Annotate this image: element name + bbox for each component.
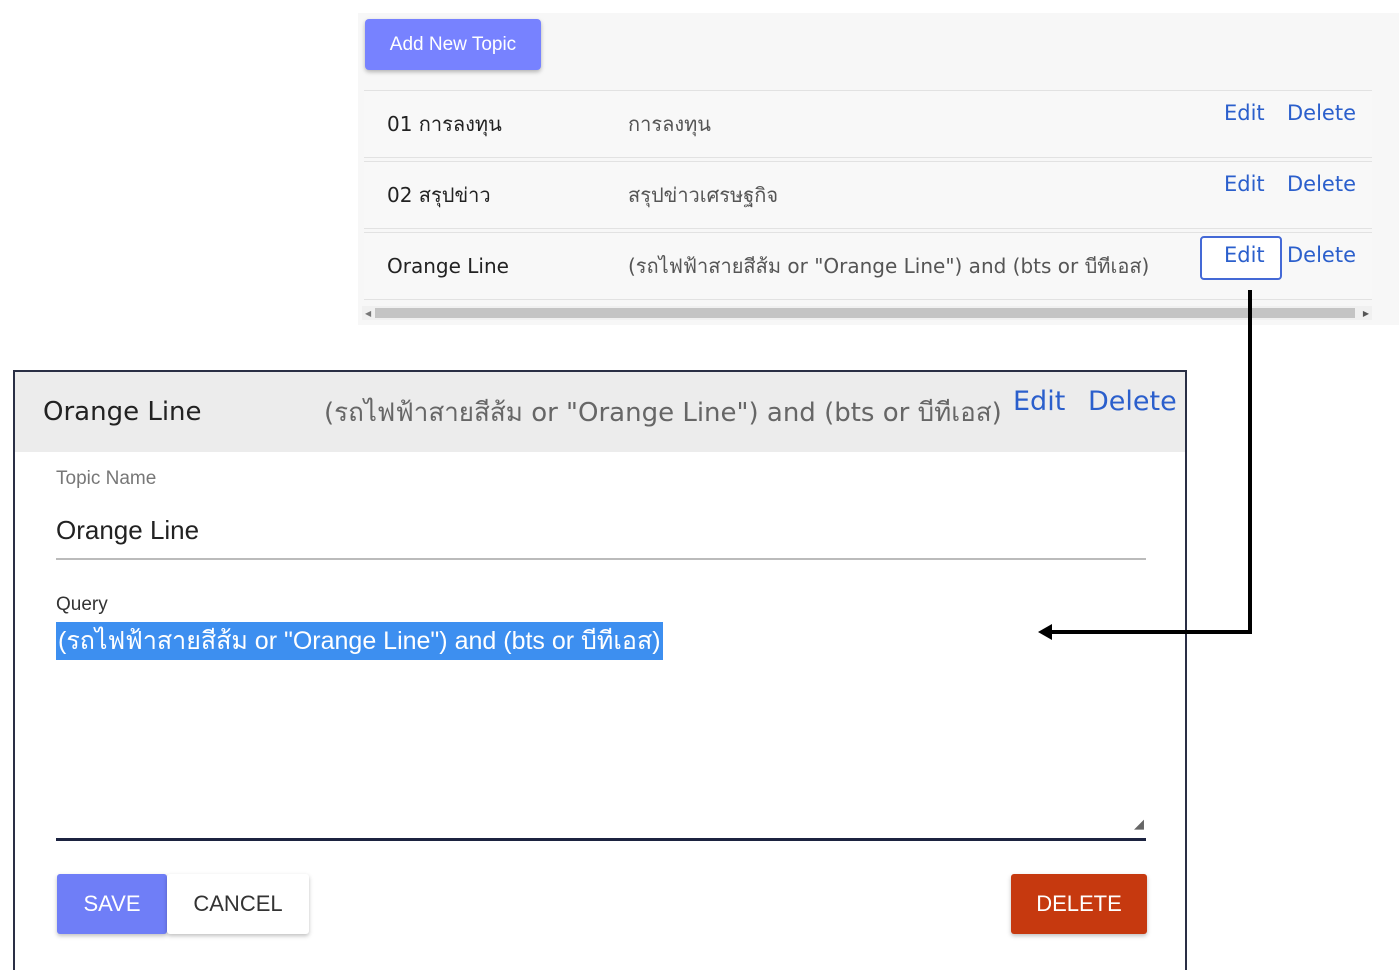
edit-link[interactable]: Edit [1224, 172, 1265, 196]
dialog-topic-query: (รถไฟฟ้าสายสีส้ม or "Orange Line") and (… [324, 397, 1002, 428]
delete-link[interactable]: Delete [1287, 101, 1356, 125]
delete-link[interactable]: Delete [1287, 172, 1356, 196]
delete-button[interactable]: DELETE [1011, 874, 1147, 934]
topic-row: 01 การลงทุน การลงทุน Edit Delete [364, 90, 1372, 158]
scroll-right-icon[interactable]: ▶ [1363, 309, 1369, 318]
topic-name-label: Topic Name [56, 468, 157, 489]
topic-query: การลงทุน [628, 112, 711, 136]
dialog-header-row: Orange Line (รถไฟฟ้าสายสีส้ม or "Orange … [15, 372, 1185, 452]
horizontal-scrollbar[interactable]: ◀ ▶ [362, 306, 1372, 320]
topic-name: Orange Line [387, 254, 509, 278]
topic-name: 01 การลงทุน [387, 112, 502, 136]
cancel-button[interactable]: CANCEL [167, 874, 309, 934]
scrollbar-thumb[interactable] [375, 308, 1355, 318]
topic-name: 02 สรุปข่าว [387, 183, 491, 207]
topic-query: (รถไฟฟ้าสายสีส้ม or "Orange Line") and (… [628, 254, 1150, 278]
dialog-edit-link[interactable]: Edit [1013, 386, 1065, 417]
edit-link[interactable]: Edit [1224, 101, 1265, 125]
topic-row: 02 สรุปข่าว สรุปข่าวเศรษฐกิจ Edit Delete [364, 161, 1372, 229]
save-button[interactable]: SAVE [57, 874, 167, 934]
query-selected-text: (รถไฟฟ้าสายสีส้ม or "Orange Line") and (… [56, 622, 663, 660]
scroll-left-icon[interactable]: ◀ [365, 309, 371, 318]
query-label: Query [56, 594, 108, 615]
topic-name-field[interactable]: Orange Line [56, 502, 1146, 560]
edit-link[interactable]: Edit [1224, 243, 1265, 267]
topic-query: สรุปข่าวเศรษฐกิจ [628, 183, 779, 207]
add-new-topic-button[interactable]: Add New Topic [365, 19, 541, 70]
dialog-topic-name: Orange Line [43, 397, 202, 427]
dialog-delete-link[interactable]: Delete [1088, 386, 1177, 417]
resize-handle-icon[interactable]: ◢ [1134, 817, 1144, 832]
topic-row: Orange Line (รถไฟฟ้าสายสีส้ม or "Orange … [364, 232, 1372, 300]
topic-name-value: Orange Line [56, 514, 200, 545]
edit-topic-dialog: Orange Line (รถไฟฟ้าสายสีส้ม or "Orange … [13, 370, 1187, 970]
query-textarea[interactable]: (รถไฟฟ้าสายสีส้ม or "Orange Line") and (… [56, 622, 1146, 841]
delete-link[interactable]: Delete [1287, 243, 1356, 267]
